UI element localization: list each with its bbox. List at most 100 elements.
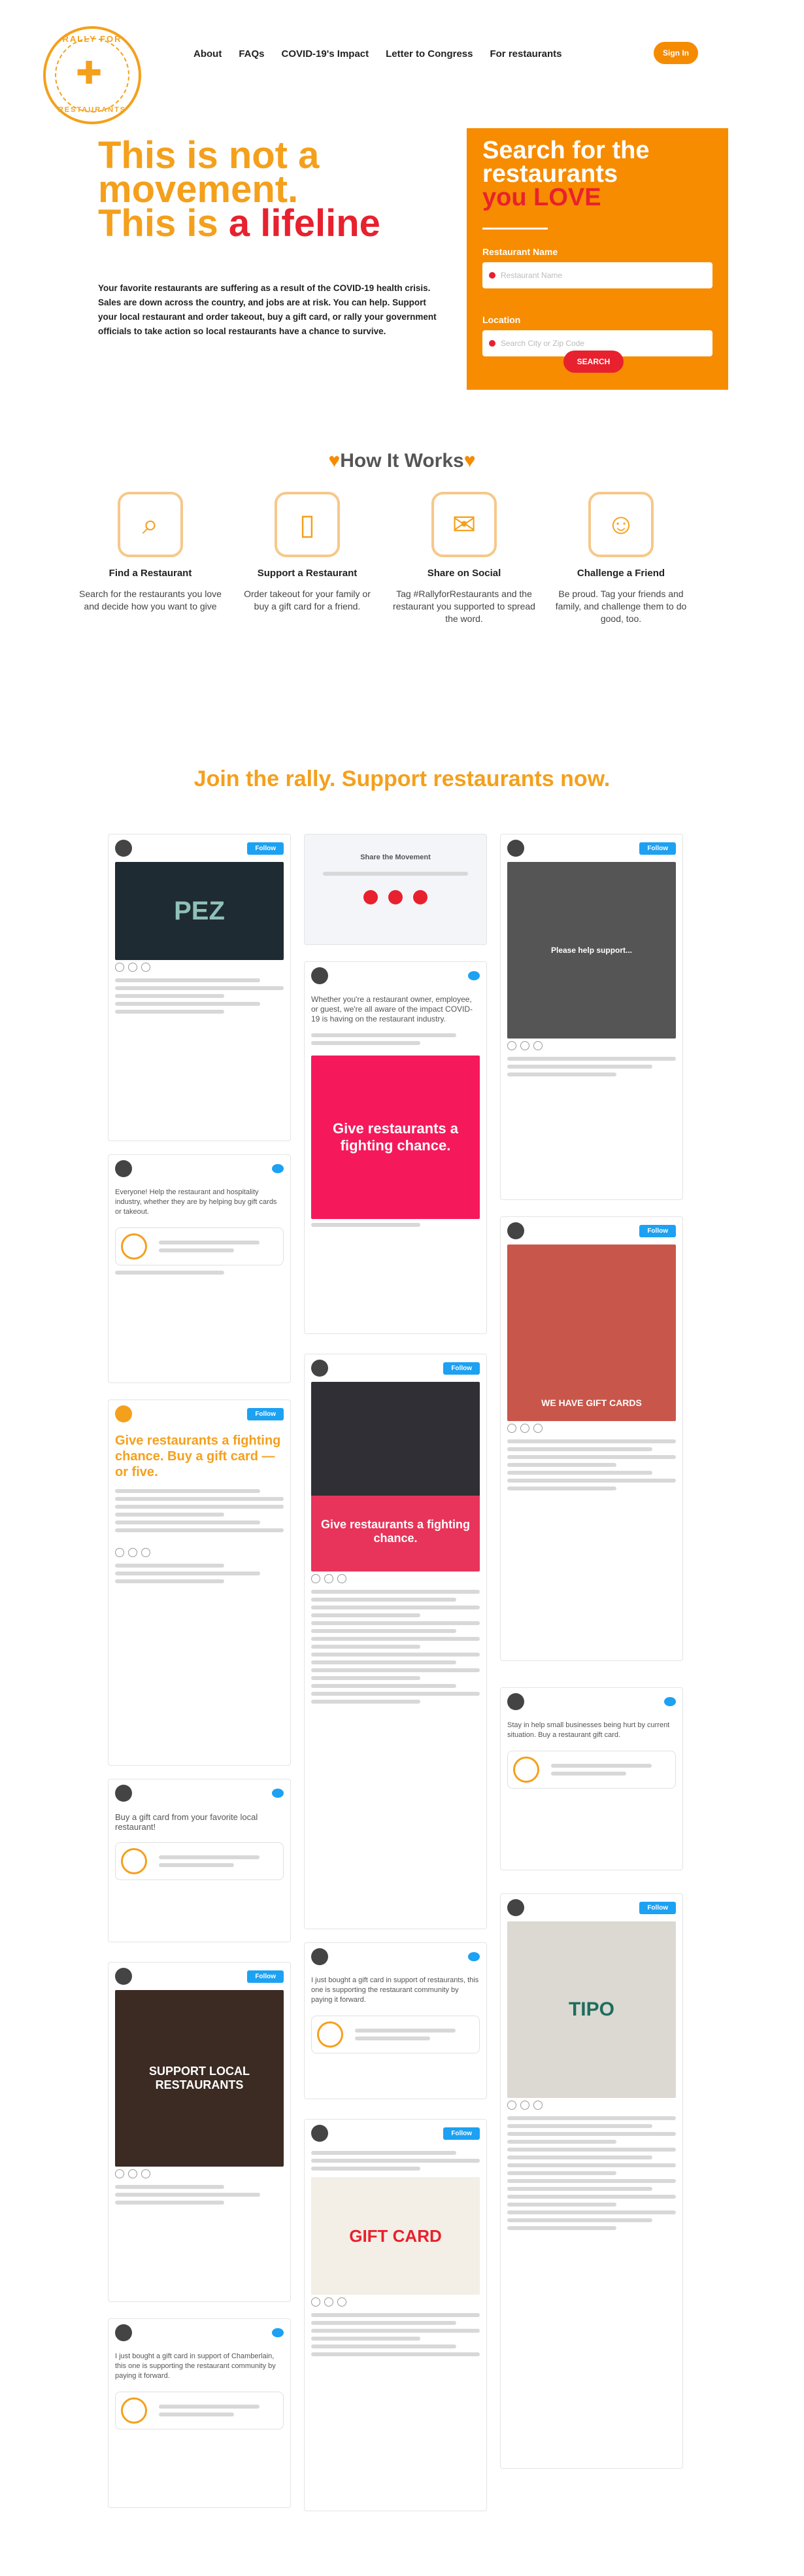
feed-card[interactable]: I just bought a gift card in support of … (108, 2318, 291, 2508)
feed-card[interactable]: Everyone! Help the restaurant and hospit… (108, 1154, 291, 1383)
nav-faqs[interactable]: FAQs (239, 48, 264, 60)
tweet-text: I just bought a gift card in support of … (115, 2352, 276, 2380)
twitter-icon (272, 1789, 284, 1798)
headline: Give restaurants a fighting chance. Buy … (115, 1434, 281, 1479)
text-line (507, 2124, 653, 2128)
share-icon[interactable] (337, 1574, 346, 1583)
text-line (507, 2218, 653, 2222)
feed-card[interactable]: Follow SUPPORT LOCAL RESTAURANTS (108, 1962, 291, 2302)
nav-about[interactable]: About (193, 48, 222, 60)
feed-card[interactable]: Follow WE HAVE GIFT CARDS (500, 1216, 683, 1661)
sign-in-button[interactable]: Sign In (654, 42, 698, 64)
follow-button[interactable]: Follow (639, 842, 676, 855)
text-line (159, 1855, 260, 1859)
restaurant-pin-icon (489, 272, 495, 279)
text-line (115, 994, 224, 998)
like-icon[interactable] (311, 1574, 320, 1583)
text-line (159, 1248, 235, 1252)
comment-icon[interactable] (128, 963, 137, 972)
text-line (115, 1571, 261, 1575)
tweet-text: I just bought a gift card in support of … (311, 1976, 479, 2004)
like-icon[interactable] (115, 963, 124, 972)
nav-letter-to-congress[interactable]: Letter to Congress (386, 48, 473, 60)
feed-card[interactable]: I just bought a gift card in support of … (304, 1942, 487, 2099)
share-icon[interactable] (141, 1548, 150, 1557)
share-title: Share the Movement (360, 853, 431, 861)
text-line (355, 2036, 431, 2040)
text-line (115, 1579, 224, 1583)
share-icon[interactable] (141, 963, 150, 972)
follow-button[interactable]: Follow (247, 1407, 284, 1420)
step-title: Support a Restaurant (257, 568, 358, 579)
text-line (115, 1010, 224, 1014)
how-it-works-title: ♥How It Works♥ (0, 450, 804, 472)
search-icon: ⌕ (118, 492, 183, 557)
comment-icon[interactable] (520, 2101, 529, 2110)
restaurant-name-placeholder: Restaurant Name (501, 271, 563, 280)
follow-button[interactable]: Follow (247, 842, 284, 855)
feed-card[interactable]: Follow Give restaurants a fighting chanc… (108, 1400, 291, 1766)
follow-button[interactable]: Follow (639, 1224, 676, 1237)
tweet-text: Buy a gift card from your favorite local… (115, 1812, 258, 1832)
text-line (507, 2210, 676, 2214)
feed-card[interactable]: Follow Please help support... (500, 834, 683, 1200)
follow-button[interactable]: Follow (443, 2127, 480, 2140)
like-icon[interactable] (311, 2297, 320, 2307)
like-icon[interactable] (115, 2169, 124, 2178)
facebook-icon[interactable] (363, 890, 378, 904)
step-title: Find a Restaurant (109, 568, 192, 579)
feed-card[interactable]: Stay in help small businesses being hurt… (500, 1687, 683, 1870)
feed-card[interactable]: Follow GIFT CARD (304, 2119, 487, 2511)
comment-icon[interactable] (324, 2297, 333, 2307)
restaurant-name-input[interactable]: Restaurant Name (482, 262, 712, 288)
follow-button[interactable]: Follow (443, 1362, 480, 1375)
comment-icon[interactable] (128, 1548, 137, 1557)
feed-card[interactable]: Whether you're a restaurant owner, emplo… (304, 961, 487, 1334)
feed-card[interactable]: Follow TIPO (500, 1893, 683, 2469)
share-icon[interactable] (533, 2101, 543, 2110)
like-icon[interactable] (507, 2101, 516, 2110)
text-line (115, 1489, 261, 1493)
text-line (115, 2185, 224, 2189)
text-line (159, 1241, 260, 1245)
follow-button[interactable]: Follow (247, 1970, 284, 1983)
logo[interactable]: RALLY FOR RESTAURANTS ✚ (43, 26, 141, 124)
location-label: Location (482, 315, 521, 325)
text-line (311, 1223, 420, 1227)
rally-logo-icon (121, 1848, 147, 1874)
location-pin-icon (489, 340, 495, 347)
share-icon[interactable] (141, 2169, 150, 2178)
main-nav: About FAQs COVID-19's Impact Letter to C… (193, 48, 562, 60)
like-icon[interactable] (115, 1548, 124, 1557)
share-icon[interactable] (337, 2297, 346, 2307)
twitter-share-icon[interactable] (388, 890, 403, 904)
comment-icon[interactable] (520, 1041, 529, 1050)
twitter-icon (664, 1697, 676, 1706)
post-image: WE HAVE GIFT CARDS (507, 1245, 676, 1421)
feed-card[interactable]: Follow PEZ (108, 834, 291, 1141)
join-heading: Join the rally. Support restaurants now. (193, 766, 611, 791)
text-line (311, 2159, 480, 2163)
logo-bottom-text: RESTAURANTS (58, 106, 127, 114)
email-icon[interactable] (413, 890, 427, 904)
share-icon[interactable] (533, 1041, 543, 1050)
feed-card[interactable]: Follow Give restaurants a fighting chanc… (304, 1354, 487, 1929)
post-image: PEZ (115, 862, 284, 960)
avatar (507, 1693, 524, 1710)
comment-icon[interactable] (128, 2169, 137, 2178)
feed-card[interactable]: Buy a gift card from your favorite local… (108, 1779, 291, 1942)
text-line (115, 1528, 284, 1532)
like-icon[interactable] (507, 1424, 516, 1433)
nav-for-restaurants[interactable]: For restaurants (490, 48, 561, 60)
text-line (355, 2029, 456, 2033)
comment-icon[interactable] (324, 1574, 333, 1583)
text-line (115, 1520, 261, 1524)
nav-covid-impact[interactable]: COVID-19's Impact (282, 48, 369, 60)
post-image: Give restaurants a fighting chance. (311, 1382, 480, 1571)
share-icon[interactable] (533, 1424, 543, 1433)
hero-line-3a: This is (98, 202, 229, 245)
search-button[interactable]: SEARCH (563, 351, 624, 373)
like-icon[interactable] (507, 1041, 516, 1050)
follow-button[interactable]: Follow (639, 1901, 676, 1914)
comment-icon[interactable] (520, 1424, 529, 1433)
